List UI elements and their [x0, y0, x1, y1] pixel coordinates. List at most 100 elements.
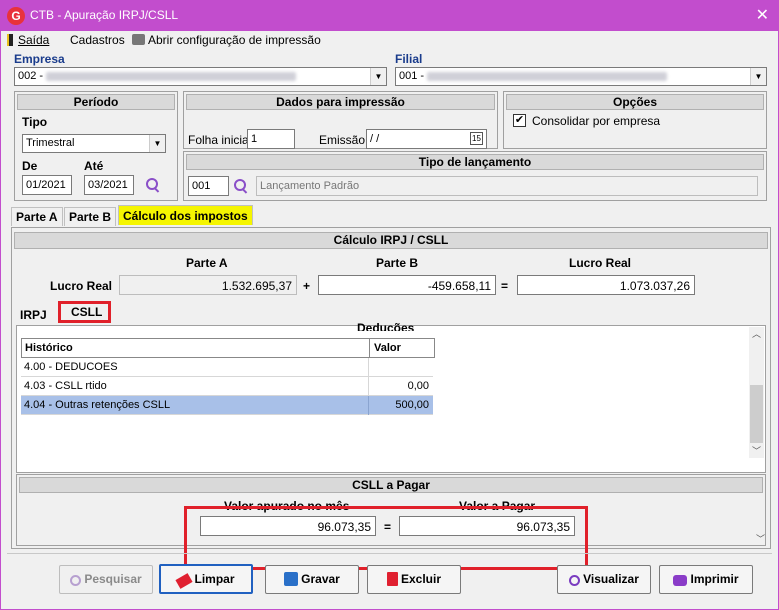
ate-input[interactable]: 03/2021	[84, 175, 134, 195]
tipo-lancamento-description: Lançamento Padrão	[256, 176, 758, 196]
col-valor: Valor	[374, 342, 401, 354]
de-value: 01/2021	[26, 179, 66, 191]
dados-impressao-group: Dados para impressão Folha inicial 1 Emi…	[183, 91, 498, 149]
tipo-label: Tipo	[22, 115, 48, 129]
periodo-group: Período Tipo Trimestral ▼ De Até 01/2021…	[14, 91, 178, 201]
de-input[interactable]: 01/2021	[22, 175, 72, 195]
app-logo-icon: G	[7, 7, 25, 25]
table-row[interactable]: 4.00 - DEDUCOES	[21, 358, 433, 377]
csll-pagar-title: CSLL a Pagar	[19, 477, 763, 493]
window-title: CTB - Apuração IRPJ/CSLL	[30, 8, 179, 22]
parte-a-value-field: 1.532.695,37	[119, 275, 297, 295]
row-historico: 4.03 - CSLL rtido	[24, 380, 107, 392]
row-historico: 4.00 - DEDUCOES	[24, 361, 118, 373]
close-icon[interactable]: ✕	[756, 5, 769, 25]
parte-b-value: -459.658,11	[427, 279, 491, 293]
save-icon	[284, 572, 299, 586]
tab-parte-b[interactable]: Parte B	[64, 207, 117, 226]
imprimir-button[interactable]: Imprimir	[659, 565, 753, 594]
tab-parte-a[interactable]: Parte A	[11, 207, 63, 226]
csll-tab-highlight	[58, 301, 111, 323]
menu-saida-label: Saída	[18, 33, 50, 47]
search-icon	[70, 575, 82, 586]
trash-icon	[386, 572, 398, 586]
tipo-select[interactable]: Trimestral ▼	[22, 134, 166, 153]
menu-cadastros[interactable]: Cadastros	[70, 33, 125, 47]
menu-bar: Saída Cadastros Abrir configuração de im…	[1, 31, 778, 51]
gravar-label: Gravar	[301, 572, 340, 586]
lucro-real-col-label: Lucro Real	[569, 256, 632, 270]
lucro-real-value: 1.073.037,26	[619, 279, 690, 293]
ate-label: Até	[84, 159, 104, 173]
printer-icon	[673, 575, 688, 586]
tipo-lancamento-code-input[interactable]: 001	[188, 176, 229, 196]
filial-value: 001 -	[399, 70, 425, 82]
gravar-button[interactable]: Gravar	[265, 565, 359, 594]
tipo-value: Trimestral	[26, 137, 75, 149]
folha-inicial-input[interactable]: 1	[247, 129, 295, 149]
table-row-selected[interactable]: 4.04 - Outras retenções CSLL 500,00	[21, 396, 433, 415]
scrollbar-thumb[interactable]	[750, 385, 763, 443]
pesquisar-label: Pesquisar	[84, 572, 142, 586]
scroll-down-icon[interactable]: ﹀	[749, 444, 764, 458]
consolidar-checkbox[interactable]: ✔	[513, 114, 526, 127]
table-row[interactable]: 4.03 - CSLL rtido 0,00	[21, 377, 433, 396]
app-window: G CTB - Apuração IRPJ/CSLL ✕ Saída Cadas…	[0, 0, 779, 610]
chevron-down-icon[interactable]: ▼	[750, 68, 766, 85]
tab-irpj[interactable]: IRPJ	[16, 306, 51, 324]
exit-icon	[7, 34, 13, 46]
scroll-up-icon[interactable]: ︿	[749, 327, 764, 341]
eraser-icon	[175, 573, 194, 589]
vertical-scrollbar[interactable]: ︿ ﹀	[749, 327, 764, 458]
filial-label: Filial	[395, 52, 423, 66]
chevron-down-icon[interactable]: ▼	[370, 68, 386, 85]
scroll-down-icon[interactable]: ﹀	[753, 532, 768, 546]
col-divider	[368, 396, 369, 415]
imprimir-label: Imprimir	[690, 572, 739, 586]
visualizar-button[interactable]: Visualizar	[557, 565, 651, 594]
limpar-button[interactable]: Limpar	[159, 564, 253, 594]
empresa-label: Empresa	[14, 52, 65, 66]
client-area: Saída Cadastros Abrir configuração de im…	[1, 31, 778, 609]
plus-sign: +	[303, 279, 311, 293]
folha-inicial-label: Folha inicial	[188, 133, 252, 147]
emissao-label: Emissão	[319, 133, 366, 147]
row-valor: 0,00	[407, 380, 429, 392]
menu-print-config[interactable]: Abrir configuração de impressão	[132, 33, 321, 47]
opcoes-title: Opções	[506, 94, 764, 110]
filial-name-redacted	[427, 71, 668, 81]
filial-select[interactable]: 001 - ▼	[395, 67, 767, 86]
search-icon[interactable]	[146, 178, 160, 192]
calculo-panel: Cálculo IRPJ / CSLL Parte A Parte B Lucr…	[11, 227, 771, 570]
excluir-label: Excluir	[400, 572, 442, 586]
empresa-value: 002 -	[18, 70, 44, 82]
visualizar-label: Visualizar	[583, 572, 639, 586]
lucro-real-value-field: 1.073.037,26	[517, 275, 695, 295]
tab-calculo-impostos[interactable]: Cálculo dos impostos	[118, 205, 253, 225]
menu-saida[interactable]: Saída	[7, 33, 49, 47]
calculo-title: Cálculo IRPJ / CSLL	[14, 232, 768, 249]
csll-pagar-highlight	[184, 506, 588, 570]
ate-value: 03/2021	[88, 179, 128, 191]
col-divider	[369, 339, 370, 358]
empresa-select[interactable]: 002 - ▼	[14, 67, 387, 86]
deducoes-title: Deduções	[357, 321, 415, 331]
search-icon[interactable]	[234, 179, 248, 193]
excluir-button[interactable]: Excluir	[367, 565, 461, 594]
pesquisar-button[interactable]: Pesquisar	[59, 565, 153, 594]
divider	[7, 553, 772, 554]
deducoes-table: Histórico Valor 4.00 - DEDUCOES 4.03 - C…	[21, 338, 435, 418]
emissao-input[interactable]: / / 15	[366, 129, 487, 149]
calendar-icon[interactable]: 15	[470, 132, 483, 145]
dados-impressao-title: Dados para impressão	[186, 94, 495, 110]
col-divider	[368, 358, 369, 377]
parte-b-value-field: -459.658,11	[318, 275, 496, 295]
menu-print-config-label: Abrir configuração de impressão	[148, 33, 321, 47]
row-valor: 500,00	[395, 399, 429, 411]
chevron-down-icon[interactable]: ▼	[149, 135, 165, 152]
tipo-lancamento-group: Tipo de lançamento 001 Lançamento Padrão	[183, 151, 767, 201]
parte-b-col-label: Parte B	[376, 256, 419, 270]
limpar-label: Limpar	[194, 572, 235, 586]
folha-inicial-value: 1	[251, 133, 258, 145]
empresa-name-redacted	[46, 71, 297, 81]
